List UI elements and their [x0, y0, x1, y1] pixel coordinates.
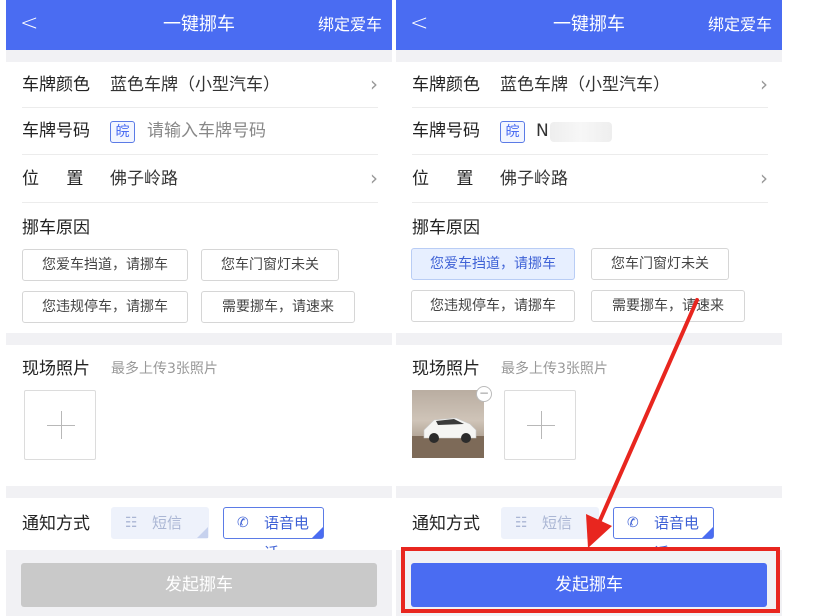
- annotation-arrow-line: [596, 298, 699, 527]
- annotation-arrow: [586, 298, 699, 548]
